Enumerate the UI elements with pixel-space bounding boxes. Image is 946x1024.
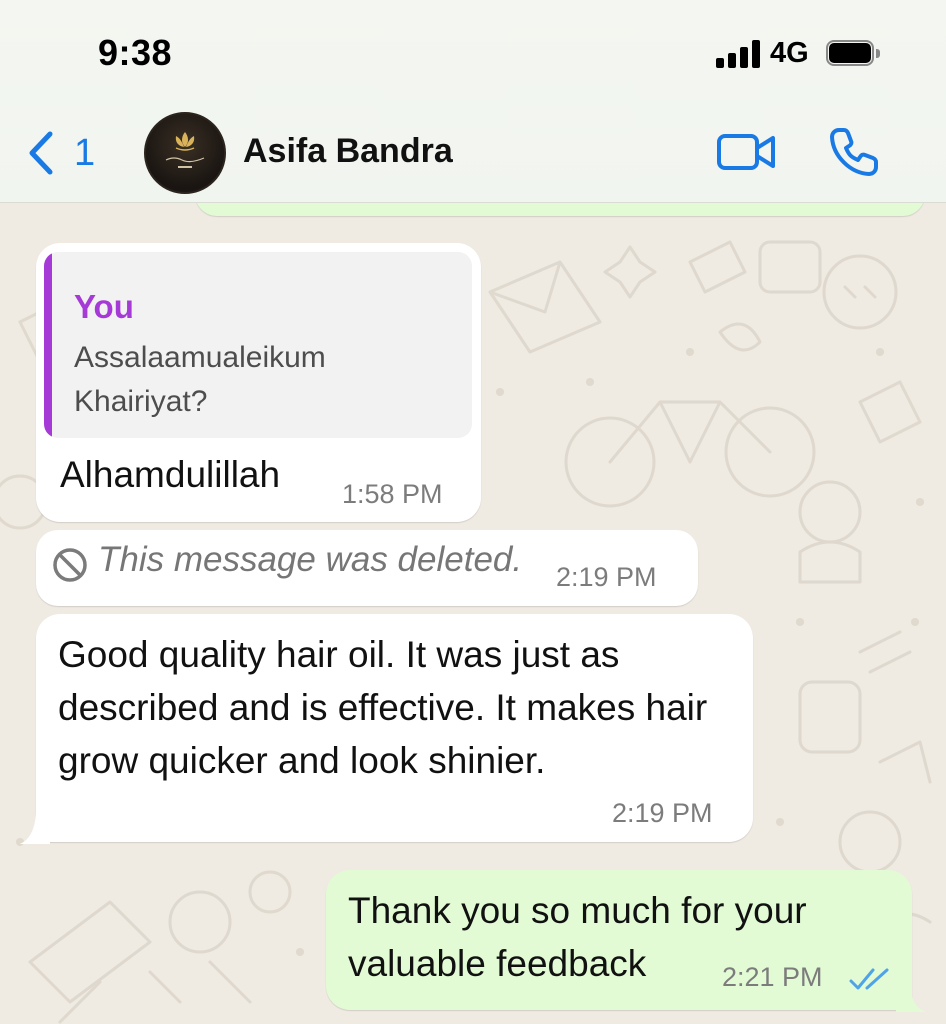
quote-text: Assalaamualeikum Khairiyat? (74, 341, 326, 418)
prohibited-icon (53, 548, 87, 582)
status-time: 9:38 (98, 32, 173, 73)
chevron-left-icon (29, 131, 53, 175)
quote-accent-bar (44, 252, 52, 438)
unread-count: 1 (74, 131, 96, 174)
message-bubble-incoming[interactable]: You Assalaamualeikum Khairiyat? Alhamdul… (36, 243, 481, 522)
message-bubble-incoming[interactable]: Good quality hair oil. It was just as de… (36, 614, 753, 842)
network-type: 4G (770, 37, 809, 69)
message-text: Alhamdulillah (60, 454, 281, 495)
message-bubble-outgoing[interactable]: Thank you so much for your valuable feed… (326, 870, 912, 1010)
message-text: Good quality hair oil. It was just as de… (58, 634, 708, 781)
phone-icon (830, 128, 878, 176)
quoted-message[interactable]: You Assalaamualeikum Khairiyat? (44, 252, 472, 438)
contact-name[interactable]: Asifa Bandra (243, 132, 453, 171)
chat-area[interactable]: You Assalaamualeikum Khairiyat? Alhamdul… (0, 202, 946, 1024)
deleted-message-bubble[interactable]: This message was deleted. 2:19 PM (36, 530, 698, 606)
lotus-logo-icon (165, 132, 205, 168)
voice-call-button[interactable] (826, 124, 882, 180)
previous-message-bubble[interactable] (195, 202, 925, 216)
quote-author: You (74, 288, 134, 325)
video-call-button[interactable] (716, 128, 778, 176)
double-check-read-icon (849, 968, 889, 990)
deleted-message-text: This message was deleted. (98, 540, 523, 579)
message-time: 2:19 PM (612, 798, 713, 828)
bubble-tail-icon (20, 814, 50, 844)
avatar[interactable] (144, 112, 226, 194)
message-time: 2:19 PM (556, 562, 657, 592)
message-time: 2:21 PM (722, 962, 823, 992)
message-time: 1:58 PM (342, 479, 443, 509)
battery-icon (826, 40, 882, 68)
bubble-tail-icon (896, 982, 926, 1012)
signal-bars-icon (716, 40, 762, 68)
chat-header: 9:38 4G 1 Asifa Bandra (0, 0, 946, 203)
video-camera-icon (717, 134, 775, 170)
back-button[interactable]: 1 (26, 128, 116, 178)
